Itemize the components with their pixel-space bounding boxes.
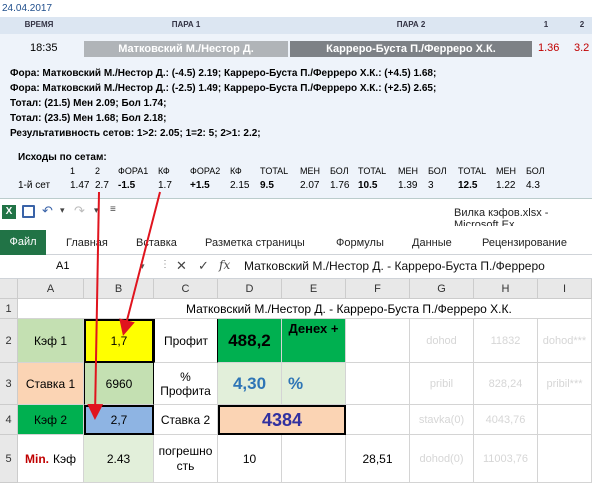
- arrow-kf-to-b2: [119, 191, 161, 336]
- annotation-arrows: [87, 191, 161, 420]
- arrow-2-to-b4: [87, 191, 104, 420]
